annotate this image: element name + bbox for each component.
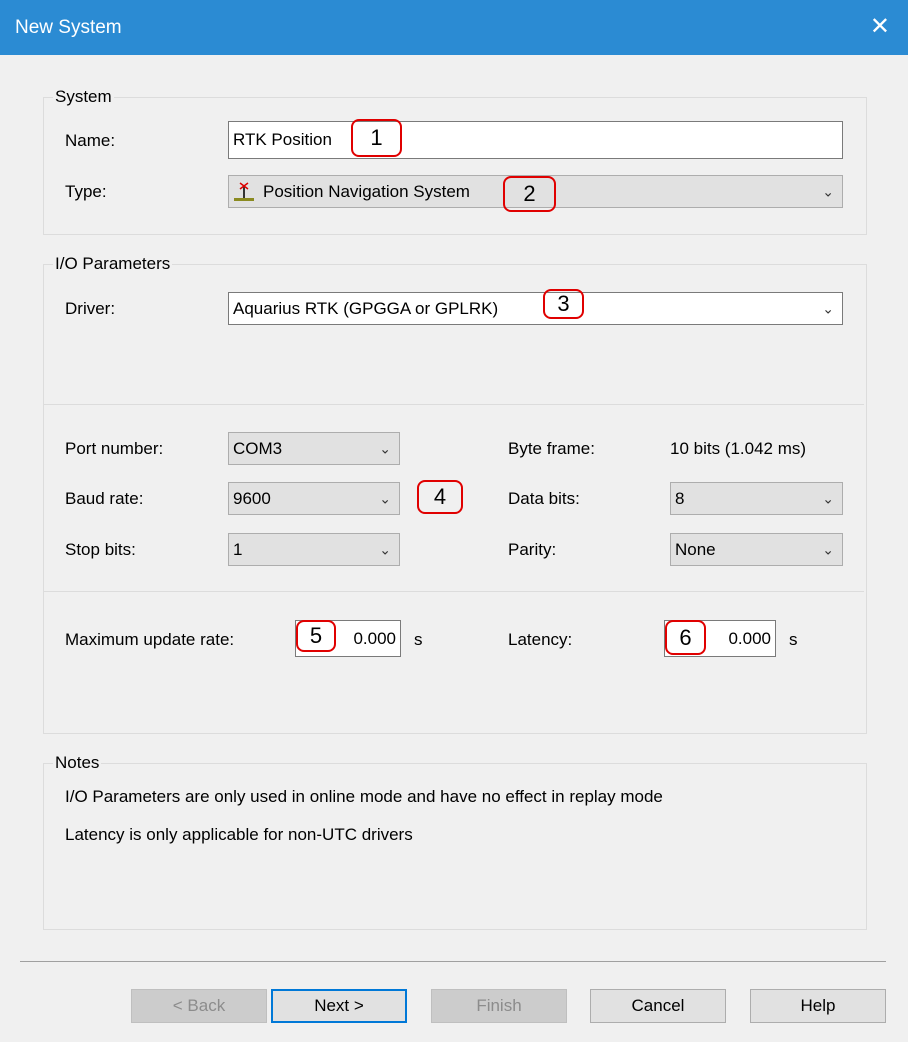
max-update-label: Maximum update rate: — [65, 630, 235, 649]
chevron-down-icon: ⌄ — [379, 541, 391, 557]
annotation-callout: 2 — [503, 176, 556, 212]
latency-value: 0.000 — [728, 628, 771, 648]
annotation-callout: 5 — [296, 620, 336, 652]
port-label: Port number: — [65, 439, 164, 458]
type-value: Position Navigation System — [263, 181, 470, 201]
parity-label: Parity: — [508, 540, 557, 559]
chevron-down-icon: ⌄ — [822, 183, 834, 199]
driver-label: Driver: — [65, 299, 116, 318]
footer-divider — [20, 961, 886, 962]
help-button[interactable]: Help — [750, 989, 886, 1023]
annotation-callout: 6 — [665, 620, 706, 655]
annotation-callout: 3 — [543, 289, 584, 319]
system-group — [43, 97, 867, 235]
driver-value: Aquarius RTK (GPGGA or GPLRK) — [233, 298, 499, 318]
stop-dropdown[interactable]: 1 ⌄ — [228, 533, 400, 566]
type-label: Type: — [65, 182, 107, 201]
latency-unit: s — [789, 630, 798, 649]
stop-label: Stop bits: — [65, 540, 136, 559]
system-group-label: System — [53, 87, 114, 107]
window-title: New System — [15, 17, 122, 38]
name-input[interactable]: RTK Position — [228, 121, 843, 159]
chevron-down-icon: ⌄ — [379, 490, 391, 506]
finish-button[interactable]: Finish — [431, 989, 567, 1023]
annotation-callout: 1 — [351, 119, 402, 157]
parity-value: None — [675, 539, 716, 559]
max-update-unit: s — [414, 630, 423, 649]
next-button[interactable]: Next > — [271, 989, 407, 1023]
data-bits-label: Data bits: — [508, 489, 580, 508]
cancel-button[interactable]: Cancel — [590, 989, 726, 1023]
title-bar: New System ✕ — [0, 0, 908, 55]
divider — [44, 591, 864, 592]
chevron-down-icon: ⌄ — [822, 300, 834, 316]
port-value: COM3 — [233, 438, 283, 458]
byte-frame-label: Byte frame: — [508, 439, 595, 458]
io-group-label: I/O Parameters — [53, 254, 173, 274]
name-value: RTK Position — [233, 130, 332, 149]
max-update-value: 0.000 — [353, 628, 396, 648]
back-button[interactable]: < Back — [131, 989, 267, 1023]
note-line: I/O Parameters are only used in online m… — [65, 787, 663, 806]
baud-value: 9600 — [233, 488, 271, 508]
stop-value: 1 — [233, 539, 243, 559]
name-label: Name: — [65, 131, 116, 150]
chevron-down-icon: ⌄ — [822, 541, 834, 557]
chevron-down-icon: ⌄ — [822, 490, 834, 506]
annotation-callout: 4 — [417, 480, 463, 514]
driver-dropdown[interactable]: Aquarius RTK (GPGGA or GPLRK) ⌄ — [228, 292, 843, 325]
antenna-icon — [233, 181, 255, 203]
latency-label: Latency: — [508, 630, 573, 649]
port-dropdown[interactable]: COM3 ⌄ — [228, 432, 400, 465]
data-bits-value: 8 — [675, 488, 685, 508]
data-bits-dropdown[interactable]: 8 ⌄ — [670, 482, 843, 515]
close-icon[interactable]: ✕ — [870, 12, 890, 41]
note-line: Latency is only applicable for non-UTC d… — [65, 825, 413, 844]
byte-frame-value: 10 bits (1.042 ms) — [670, 439, 807, 458]
divider — [44, 404, 864, 405]
baud-dropdown[interactable]: 9600 ⌄ — [228, 482, 400, 515]
parity-dropdown[interactable]: None ⌄ — [670, 533, 843, 566]
notes-group-label: Notes — [53, 753, 102, 773]
baud-label: Baud rate: — [65, 489, 144, 508]
chevron-down-icon: ⌄ — [379, 440, 391, 456]
